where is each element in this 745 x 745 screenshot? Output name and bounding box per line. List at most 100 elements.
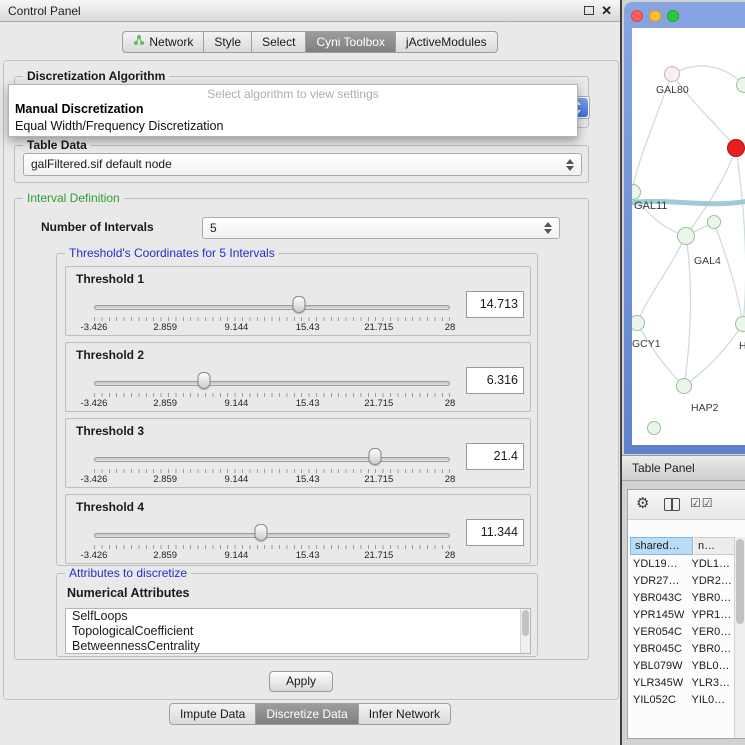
table-data-combobox[interactable]: galFiltered.sif default node (23, 153, 582, 176)
list-scrollbar[interactable] (520, 609, 530, 653)
scale-tick-label: 9.144 (225, 398, 249, 409)
table-cell[interactable]: YER054C (630, 624, 690, 641)
table-row[interactable]: YER054C YER0… (630, 624, 733, 641)
network-node[interactable] (677, 227, 695, 245)
slider-thumb[interactable] (369, 448, 382, 465)
table-row[interactable]: YBR045C YBR0… (630, 641, 733, 658)
slider-scale: -3.4262.8599.14415.4321.71528 (94, 398, 450, 409)
gear-icon[interactable]: ⚙ (636, 494, 649, 512)
threshold-2-slider[interactable] (94, 370, 450, 392)
threshold-3-value-field[interactable]: 21.4 (466, 443, 524, 470)
table-cell[interactable]: YBL079W (630, 658, 690, 675)
interval-definition-group: Interval Definition Number of Intervals … (14, 198, 589, 660)
window-title: Control Panel (8, 4, 81, 18)
tab-infer-network[interactable]: Infer Network (359, 703, 451, 725)
dropdown-option-equal-width[interactable]: Equal Width/Frequency Discretization (15, 119, 223, 133)
node-label-gcy1: GCY1 (632, 338, 661, 350)
node-label-gal80: GAL80 (656, 84, 689, 96)
slider-thumb[interactable] (255, 524, 268, 541)
zoom-traffic-light[interactable] (667, 10, 679, 22)
table-cell[interactable]: YLR3… (690, 675, 733, 692)
control-panel-titlebar[interactable]: Control Panel ✕ (0, 0, 620, 22)
network-node[interactable] (735, 316, 745, 332)
dropdown-hint-option[interactable]: Select algorithm to view settings (9, 87, 577, 101)
network-node[interactable] (664, 66, 680, 82)
tab-select[interactable]: Select (252, 31, 306, 53)
float-window-icon[interactable] (584, 6, 594, 15)
table-cell[interactable]: YPR145W (630, 607, 690, 624)
list-item[interactable]: TopologicalCoefficient (66, 624, 530, 639)
tab-jactivemodules[interactable]: jActiveModules (396, 31, 498, 53)
table-row[interactable]: YLR345W YLR3… (630, 675, 733, 692)
scale-tick-label: -3.426 (81, 398, 108, 409)
table-row[interactable]: YIL052C YIL0… (630, 692, 733, 709)
tab-style[interactable]: Style (204, 31, 252, 53)
table-cell[interactable]: YBR045C (630, 641, 690, 658)
dropdown-option-manual-discretization[interactable]: Manual Discretization (15, 102, 144, 116)
slider-ticks (94, 393, 450, 397)
table-cell[interactable]: YIL0… (690, 692, 733, 709)
scrollbar-thumb[interactable] (736, 539, 744, 624)
threshold-1-slider[interactable] (94, 294, 450, 316)
slider-scale: -3.4262.8599.14415.4321.71528 (94, 322, 450, 333)
table-row[interactable]: YDR27… YDR2… (630, 573, 733, 590)
tab-impute-data[interactable]: Impute Data (169, 703, 256, 725)
table-cell[interactable]: YPR1… (690, 607, 733, 624)
scale-tick-label: 21.715 (364, 474, 393, 485)
number-of-intervals-combobox[interactable]: 5 (202, 217, 560, 239)
list-item[interactable]: SelfLoops (66, 609, 530, 624)
scale-tick-label: 9.144 (225, 550, 249, 561)
table-row[interactable]: YDL19… YDL1… (630, 556, 733, 573)
table-cell[interactable]: YIL052C (630, 692, 690, 709)
table-cell[interactable]: YDL1… (690, 556, 733, 573)
tab-network[interactable]: Network (122, 31, 204, 53)
tab-cyni-toolbox[interactable]: Cyni Toolbox (306, 31, 395, 53)
table-cell[interactable]: YBL0… (690, 658, 733, 675)
slider-track[interactable] (94, 381, 450, 386)
table-cell[interactable]: YBR0… (690, 590, 733, 607)
table-cell[interactable]: YDR2… (690, 573, 733, 590)
close-traffic-light[interactable] (631, 10, 643, 22)
table-panel-header[interactable]: Table Panel (622, 455, 745, 481)
slider-track[interactable] (94, 457, 450, 462)
threshold-2-value-field[interactable]: 6.316 (466, 367, 524, 394)
threshold-4-slider[interactable] (94, 522, 450, 544)
scale-tick-label: 15.43 (296, 550, 320, 561)
table-cell[interactable]: YBR043C (630, 590, 690, 607)
apply-button[interactable]: Apply (269, 671, 333, 692)
threshold-4-value-field[interactable]: 11.344 (466, 519, 524, 546)
threshold-2-label: Threshold 2 (76, 348, 144, 362)
close-icon[interactable]: ✕ (601, 3, 612, 19)
network-node[interactable] (676, 378, 692, 394)
threshold-3-slider[interactable] (94, 446, 450, 468)
minimize-traffic-light[interactable] (649, 10, 661, 22)
table-cell[interactable]: YDL19… (630, 556, 690, 573)
network-node[interactable] (647, 421, 661, 435)
network-canvas[interactable]: GAL80 GAL11 GAL4 GCY1 HAP2 H (632, 28, 745, 445)
slider-track[interactable] (94, 305, 450, 310)
scrollbar-thumb[interactable] (522, 610, 529, 636)
table-row[interactable]: YBR043C YBR0… (630, 590, 733, 607)
threshold-1-value-field[interactable]: 14.713 (466, 291, 524, 318)
list-item[interactable]: BetweennessCentrality (66, 639, 530, 654)
table-cell[interactable]: YBR0… (690, 641, 733, 658)
node-label-partial: H (739, 340, 745, 352)
discretization-algorithm-group-label: Discretization Algorithm (23, 69, 169, 83)
network-node[interactable] (707, 215, 721, 229)
slider-track[interactable] (94, 533, 450, 538)
select-columns-icon[interactable]: ☑☑ (690, 496, 714, 510)
table-row[interactable]: YPR145W YPR1… (630, 607, 733, 624)
network-node[interactable] (727, 139, 745, 157)
numerical-attributes-list[interactable]: SelfLoopsTopologicalCoefficientBetweenne… (65, 608, 531, 654)
table-cell[interactable]: YDR27… (630, 573, 690, 590)
columns-icon[interactable] (664, 498, 680, 511)
slider-thumb[interactable] (198, 372, 211, 389)
table-scrollbar[interactable] (734, 537, 745, 738)
network-node[interactable] (736, 77, 745, 93)
tab-discretize-data[interactable]: Discretize Data (256, 703, 358, 725)
slider-thumb[interactable] (293, 296, 306, 313)
column-header-shared-name[interactable]: shared… (630, 537, 693, 555)
table-cell[interactable]: YLR345W (630, 675, 690, 692)
table-row[interactable]: YBL079W YBL0… (630, 658, 733, 675)
table-cell[interactable]: YER0… (690, 624, 733, 641)
